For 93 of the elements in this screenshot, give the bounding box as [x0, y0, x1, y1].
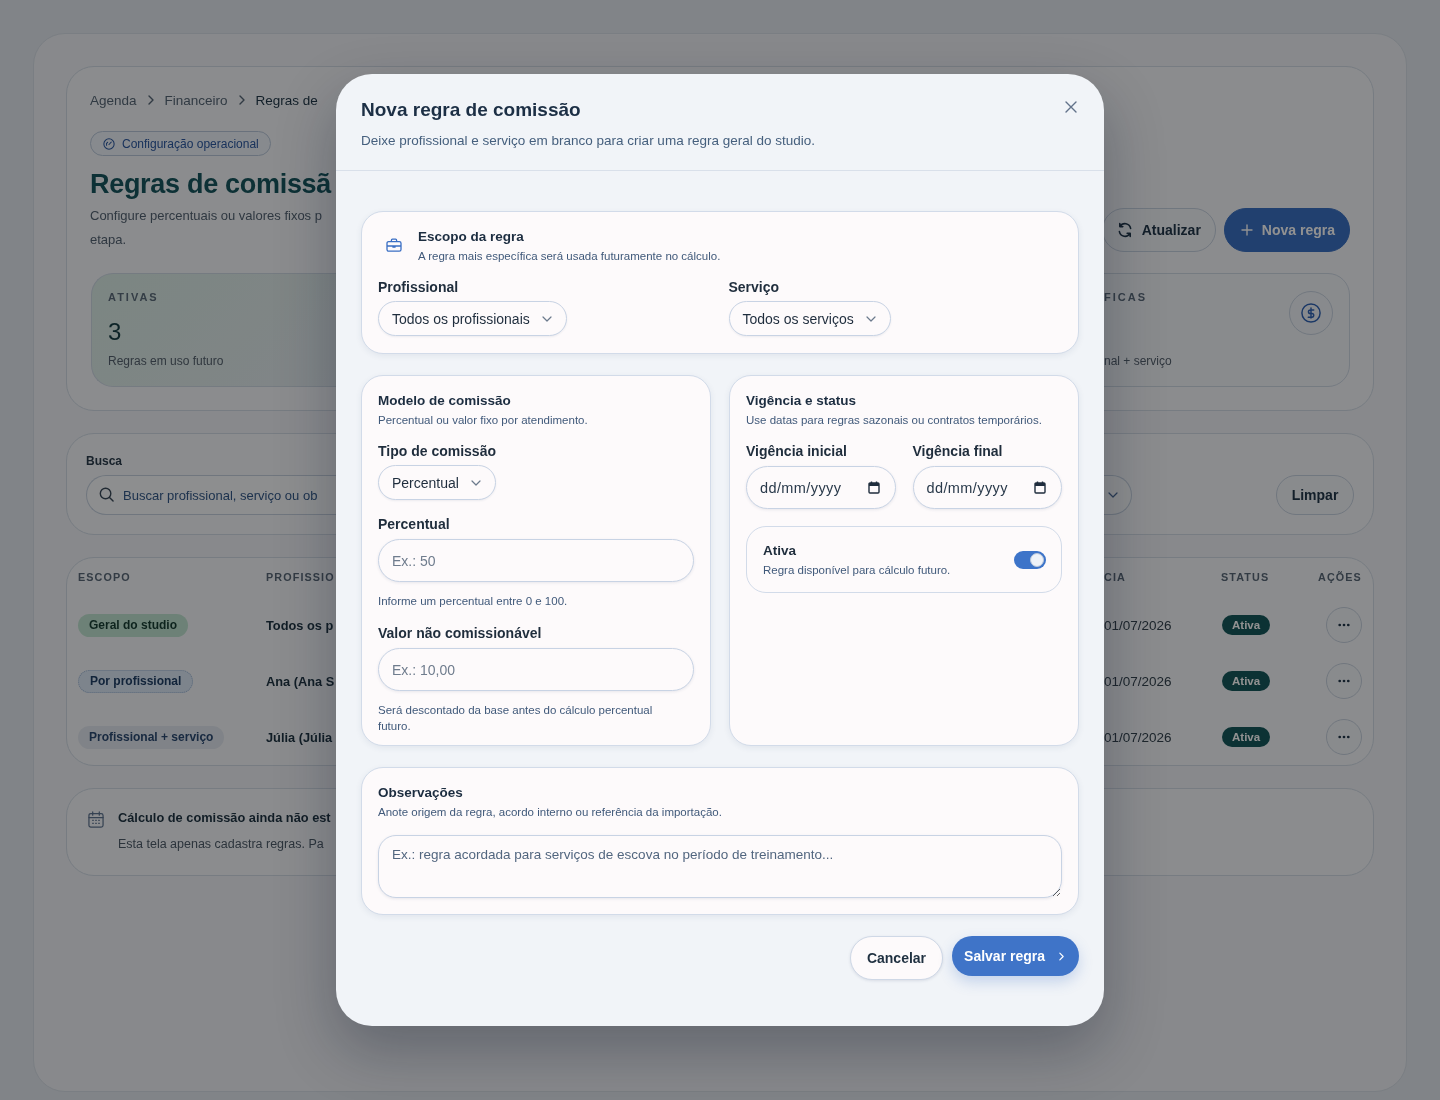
search-field[interactable]: Buscar profissional, serviço ou ob [86, 475, 338, 515]
briefcase-icon [386, 238, 402, 252]
stat-value: 3 [108, 318, 122, 346]
section-title: Escopo da regra [418, 229, 524, 245]
status-tag: Ativa [1222, 727, 1271, 747]
table-cell: Ana (Ana S [266, 673, 335, 689]
select-field[interactable]: Percentual [378, 465, 496, 500]
calendar-icon [867, 481, 880, 494]
column-header: PROFISSIO [266, 571, 335, 583]
field-label: Vigência inicial [746, 443, 847, 459]
more-icon [1338, 735, 1350, 739]
date-field[interactable]: dd/mm/yyyy [746, 466, 896, 509]
field-label: Vigência final [912, 443, 1003, 459]
more-button[interactable] [1326, 663, 1362, 699]
breadcrumb-link[interactable]: Agenda [90, 92, 137, 108]
clear-button[interactable]: Limpar [1276, 475, 1354, 515]
chevron-down-icon [865, 315, 876, 322]
column-header: AÇÕES [1318, 571, 1362, 583]
section-title: Modelo de comissão [378, 393, 511, 409]
stat-label: FICAS [1104, 291, 1147, 304]
more-button[interactable] [1326, 719, 1362, 755]
refresh-button[interactable]: Atualizar [1101, 208, 1216, 252]
more-button[interactable] [1326, 607, 1362, 643]
breadcrumb-current: Regras de [255, 92, 318, 108]
section-description: A regra mais específica será usada futuramente no cálculo. [418, 249, 721, 263]
scope-tag: Profissional + serviço [78, 725, 225, 749]
dialog-title: Nova regra de comissão [361, 98, 581, 122]
table-cell: 01/07/2026 [1104, 617, 1172, 633]
help-text: Informe um percentual entre 0 e 100. [378, 594, 568, 609]
calendar-icon [1034, 481, 1046, 494]
section-title: Vigência e status [746, 393, 857, 409]
section-description: Percentual ou valor fixo por atendimento. [378, 413, 588, 427]
close-icon [1065, 101, 1077, 113]
input-field[interactable]: Ex.: 10,00 [378, 648, 694, 691]
dollar-icon [1289, 291, 1333, 335]
select-field[interactable] [1104, 475, 1132, 515]
search-label: Busca [86, 454, 123, 468]
field-label: Tipo de comissão [378, 443, 496, 459]
column-header: CIA [1104, 571, 1126, 583]
section-title: Observações [378, 785, 463, 801]
cancel-button[interactable]: Cancelar [849, 936, 944, 980]
breadcrumb-link[interactable]: Financeiro [164, 92, 228, 108]
page-subtitle: Configure percentuais ou valores fixos p [90, 207, 322, 225]
input-field[interactable]: Ex.: 50 [378, 539, 694, 582]
status-tag: Ativa [1222, 671, 1271, 691]
help-text: Será descontado da base antes do cálculo percentual futuro. [378, 703, 654, 734]
chevron-down-icon [1108, 492, 1118, 498]
notes-field[interactable]: Ex.: regra acordada para serviços de escova no período de treinamento... [378, 835, 1062, 898]
notice-text: Esta tela apenas cadastra regras. Pa [118, 836, 324, 852]
field-label: Serviço [728, 279, 780, 295]
scope-tag: Geral do studio [78, 613, 188, 637]
date-field[interactable]: dd/mm/yyyy [912, 466, 1062, 509]
search-icon [99, 487, 114, 502]
toggle-switch[interactable] [1014, 550, 1046, 569]
field-label: Valor não comissionável [378, 625, 542, 641]
table-cell: 01/07/2026 [1104, 673, 1172, 689]
status-tag: Ativa [1222, 615, 1271, 635]
badge-label: Configuração operacional [122, 136, 259, 151]
chevron-right-icon [147, 95, 154, 105]
stat-caption: Regras em uso futuro [108, 354, 224, 368]
toggle-description: Regra disponível para cálculo futuro. [763, 562, 951, 577]
table-cell: 01/07/2026 [1104, 729, 1172, 745]
dialog-subtitle: Deixe profissional e serviço em branco para criar uma regra geral do studio. [361, 133, 815, 149]
close-button[interactable] [1063, 99, 1079, 115]
chevron-down-icon [470, 479, 481, 486]
more-icon [1338, 623, 1350, 627]
page-subtitle: etapa. [90, 231, 127, 249]
stat-caption: nal + serviço [1104, 354, 1172, 368]
stat-label: ATIVAS [108, 291, 159, 304]
save-button[interactable]: Salvar regra [952, 936, 1079, 976]
chevron-down-icon [541, 315, 552, 322]
refresh-icon [1116, 222, 1133, 238]
gauge-icon [103, 137, 115, 150]
chevron-right-icon [1059, 951, 1064, 961]
section-description: Use datas para regras sazonais ou contratos temporários. [746, 413, 1042, 427]
toggle-label: Ativa [763, 542, 796, 559]
notice-title: Cálculo de comissão ainda não est [118, 810, 331, 826]
field-label: Percentual [378, 516, 450, 532]
table-cell: Todos os p [266, 617, 334, 633]
page-title: Regras de comissã [90, 168, 332, 201]
more-icon [1338, 679, 1350, 683]
table-cell: Júlia (Júlia [266, 729, 333, 745]
plus-icon [1240, 224, 1253, 236]
new-rule-button[interactable]: Nova regra [1223, 208, 1350, 252]
select-field[interactable]: Todos os serviços [728, 301, 891, 336]
select-field[interactable]: Todos os profissionais [378, 301, 567, 336]
column-header: STATUS [1221, 571, 1270, 583]
field-label: Profissional [378, 279, 459, 295]
scope-tag: Por profissional [78, 669, 194, 693]
section-description: Anote origem da regra, acordo interno ou referência da importação. [378, 805, 722, 819]
calendar-icon [88, 811, 104, 828]
chevron-right-icon [238, 95, 245, 105]
column-header: ESCOPO [78, 571, 131, 583]
